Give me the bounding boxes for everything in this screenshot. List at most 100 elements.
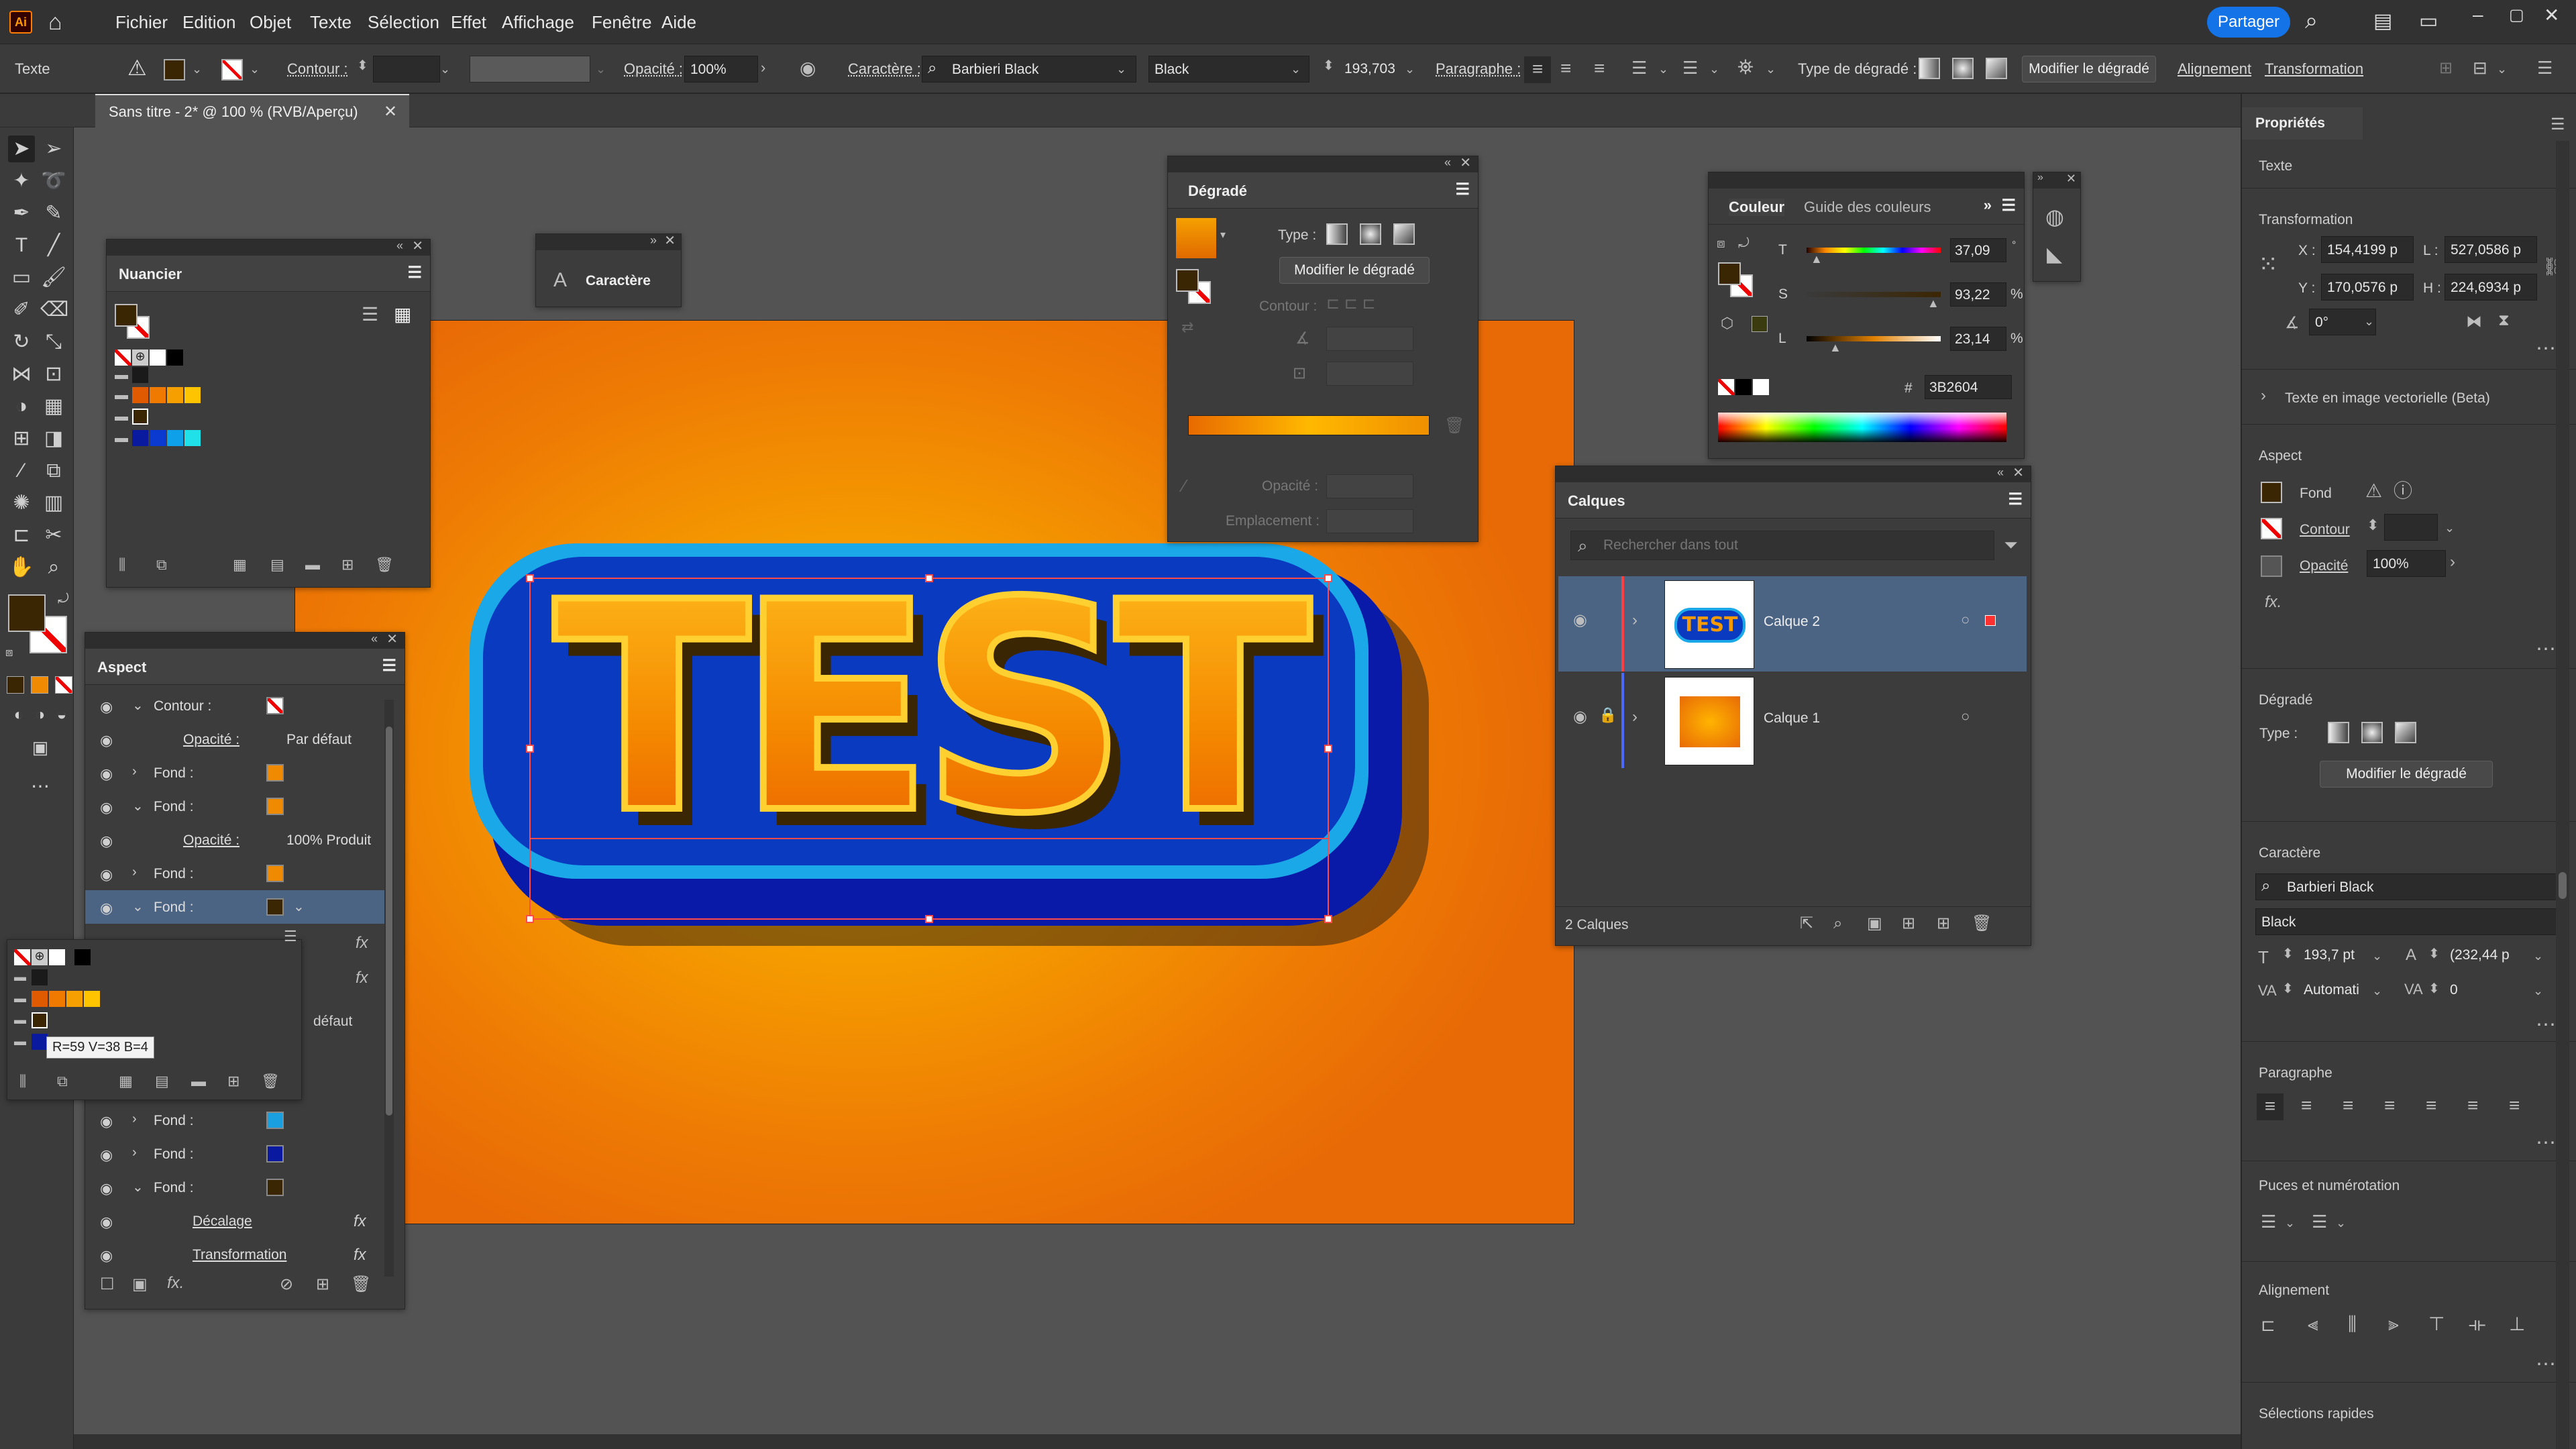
font-family-field[interactable]: ⌕ Barbieri Black [2255, 873, 2559, 900]
menu-fichier[interactable]: Fichier [115, 12, 168, 33]
appearance-fill-row[interactable]: ◉ › Fond : [85, 1104, 394, 1137]
alignment-link[interactable]: Alignement [2178, 60, 2251, 78]
opacity-field[interactable]: 100% [684, 56, 758, 83]
draw-inside-icon[interactable]: ◒ [48, 702, 75, 729]
color-spectrum[interactable] [1718, 413, 2006, 442]
chevron-right-icon[interactable]: › [132, 865, 137, 880]
shape-builder-icon[interactable]: ◑ [8, 393, 35, 420]
fx-icon[interactable]: fx [354, 1246, 366, 1265]
hex-field[interactable]: 3B2604 [1925, 375, 2012, 399]
swatch-black[interactable] [167, 350, 183, 366]
paintbrush-tool-icon[interactable]: 🖌 [40, 264, 67, 291]
panel-header[interactable]: «✕ [85, 633, 405, 649]
hand-tool-icon[interactable]: ✋ [8, 554, 35, 581]
test-artwork[interactable]: TEST TEST [463, 537, 1476, 979]
chevron-down-icon[interactable]: ⌄ [250, 63, 260, 75]
appearance-fill-row[interactable]: ◉ ⌄ Fond : [85, 790, 394, 823]
swatch-registration[interactable]: ⊕ [32, 949, 48, 965]
swatch-dark[interactable] [32, 969, 48, 985]
stroke-profile-dropdown[interactable] [470, 56, 590, 83]
swap-icon[interactable]: ⧈ [1717, 237, 1725, 250]
radial-gradient-icon[interactable] [2361, 722, 2383, 743]
gradient-slider[interactable] [1188, 415, 1430, 435]
linear-gradient-icon[interactable] [1326, 223, 1348, 245]
menu-edition[interactable]: Edition [182, 12, 236, 33]
arrange-documents-icon[interactable]: ▤ [2373, 9, 2392, 33]
fx-icon[interactable]: fx [356, 935, 368, 951]
angle-field[interactable] [1326, 327, 1413, 351]
lasso-tool-icon[interactable]: ➰ [40, 168, 67, 195]
character-label[interactable]: Caractère : [848, 60, 921, 78]
saturation-slider-thumb[interactable]: ▲ [1927, 297, 1939, 309]
stroke-none-swatch[interactable] [266, 697, 284, 714]
chevron-down-icon[interactable]: ⌄ [596, 63, 606, 75]
search-icon[interactable]: ⌕ [2305, 8, 2318, 34]
swatch-orange-2[interactable] [150, 387, 166, 403]
swatch-orange-3[interactable] [167, 387, 183, 403]
selection-tool-icon[interactable]: ➤ [8, 136, 35, 162]
layer-search-field[interactable]: ⌕ [1570, 531, 1994, 560]
font-size-field[interactable]: 193,703 [1339, 56, 1399, 83]
fill-color-swatch[interactable] [266, 898, 284, 916]
selection-handle[interactable] [925, 915, 933, 923]
panel-header[interactable]: «✕ [1556, 466, 2031, 482]
radial-gradient-icon[interactable] [1952, 58, 1974, 79]
swatch-orange-1[interactable] [32, 991, 48, 1007]
selection-handle[interactable] [925, 574, 933, 582]
gradient-tool-icon[interactable]: ◨ [40, 425, 67, 452]
chevron-down-icon[interactable]: ⌄ [2533, 985, 2543, 997]
layer-search-input[interactable] [1603, 534, 1986, 557]
swatch-brown[interactable] [32, 1012, 48, 1028]
menu-objet[interactable]: Objet [250, 12, 291, 33]
panel-menu-icon[interactable]: ☰ [2001, 198, 2016, 214]
visibility-eye-icon[interactable]: ◉ [100, 833, 113, 850]
chevron-down-icon[interactable]: ⌄ [192, 63, 202, 75]
font-family-field[interactable]: ⌕ Barbieri Black [922, 56, 1136, 83]
color-guide-tab[interactable]: Guide des couleurs [1804, 199, 1931, 216]
menu-fenetre[interactable]: Fenêtre [592, 12, 652, 33]
more-options-icon[interactable]: ⋯ [2536, 1013, 2556, 1036]
chevron-down-icon[interactable]: ⌄ [2364, 315, 2374, 327]
transformation-link[interactable]: Transformation [2265, 60, 2363, 78]
duplicate-item-icon[interactable]: ⊞ [316, 1277, 329, 1293]
chevron-down-icon[interactable]: ▾ [1220, 230, 1226, 241]
slice-tool-icon[interactable]: ✂ [40, 522, 67, 549]
align-right-icon[interactable]: ≡ [2343, 1096, 2353, 1115]
screen-mode-icon[interactable]: ▣ [27, 734, 54, 761]
maximize-icon[interactable]: ▢ [2509, 5, 2524, 25]
layer-name[interactable]: Calque 1 [1764, 710, 1820, 727]
visibility-eye-icon[interactable]: ◉ [100, 1113, 113, 1130]
new-fill-icon[interactable]: ▣ [132, 1277, 148, 1293]
color-group-icon[interactable]: ▤ [270, 557, 284, 572]
align-left-edges-icon[interactable]: ⫷ [2308, 1315, 2318, 1334]
align-center-icon[interactable]: ≡ [1560, 59, 1571, 78]
target-circle-icon[interactable]: ○ [1961, 709, 1970, 724]
stepper-icon[interactable]: ⬍ [357, 59, 368, 72]
hue-slider[interactable] [1807, 248, 1941, 253]
appearance-stroke-row[interactable]: ◉ ⌄ Contour : [85, 689, 394, 722]
collapse-icon[interactable]: » [2037, 172, 2043, 183]
align-to-icon[interactable]: ⊏ [2261, 1316, 2275, 1334]
appearance-effect-row[interactable]: ◉ Transformation fx [85, 1238, 394, 1271]
warning-icon[interactable]: ⚠ [127, 55, 147, 80]
visibility-eye-icon[interactable]: ◉ [100, 866, 113, 883]
panel-tab[interactable]: Dégradé ☰ [1168, 172, 1478, 209]
panel-tab[interactable]: Aspect ☰ [85, 649, 405, 685]
delete-swatch-icon[interactable]: 🗑 [261, 1074, 280, 1089]
collapse-icon[interactable]: « [1444, 156, 1451, 168]
minimize-icon[interactable]: – [2473, 4, 2483, 25]
tracking-field[interactable]: Automati [2298, 977, 2371, 1004]
expand-icon[interactable]: » [1984, 198, 1992, 213]
more-options-icon[interactable]: ⋯ [2536, 1352, 2556, 1376]
swatch-libraries-icon[interactable]: ⫼ [119, 557, 125, 572]
flip-vertical-icon[interactable]: ⧗ [2498, 313, 2510, 329]
align-horizontal-centers-icon[interactable]: ⫼ [2348, 1315, 2357, 1334]
fill-color-swatch[interactable] [266, 1112, 284, 1129]
rotate-tool-icon[interactable]: ↻ [8, 329, 35, 356]
new-swatch-icon[interactable]: ⊞ [341, 557, 354, 572]
info-icon[interactable]: ⓘ [2394, 482, 2412, 500]
chevron-down-icon[interactable]: ⌄ [132, 1179, 144, 1195]
align-top-edges-icon[interactable]: ⊤ [2428, 1315, 2445, 1334]
fill-stroke-indicator[interactable] [115, 304, 138, 327]
fill-color-swatch[interactable] [266, 1145, 284, 1163]
